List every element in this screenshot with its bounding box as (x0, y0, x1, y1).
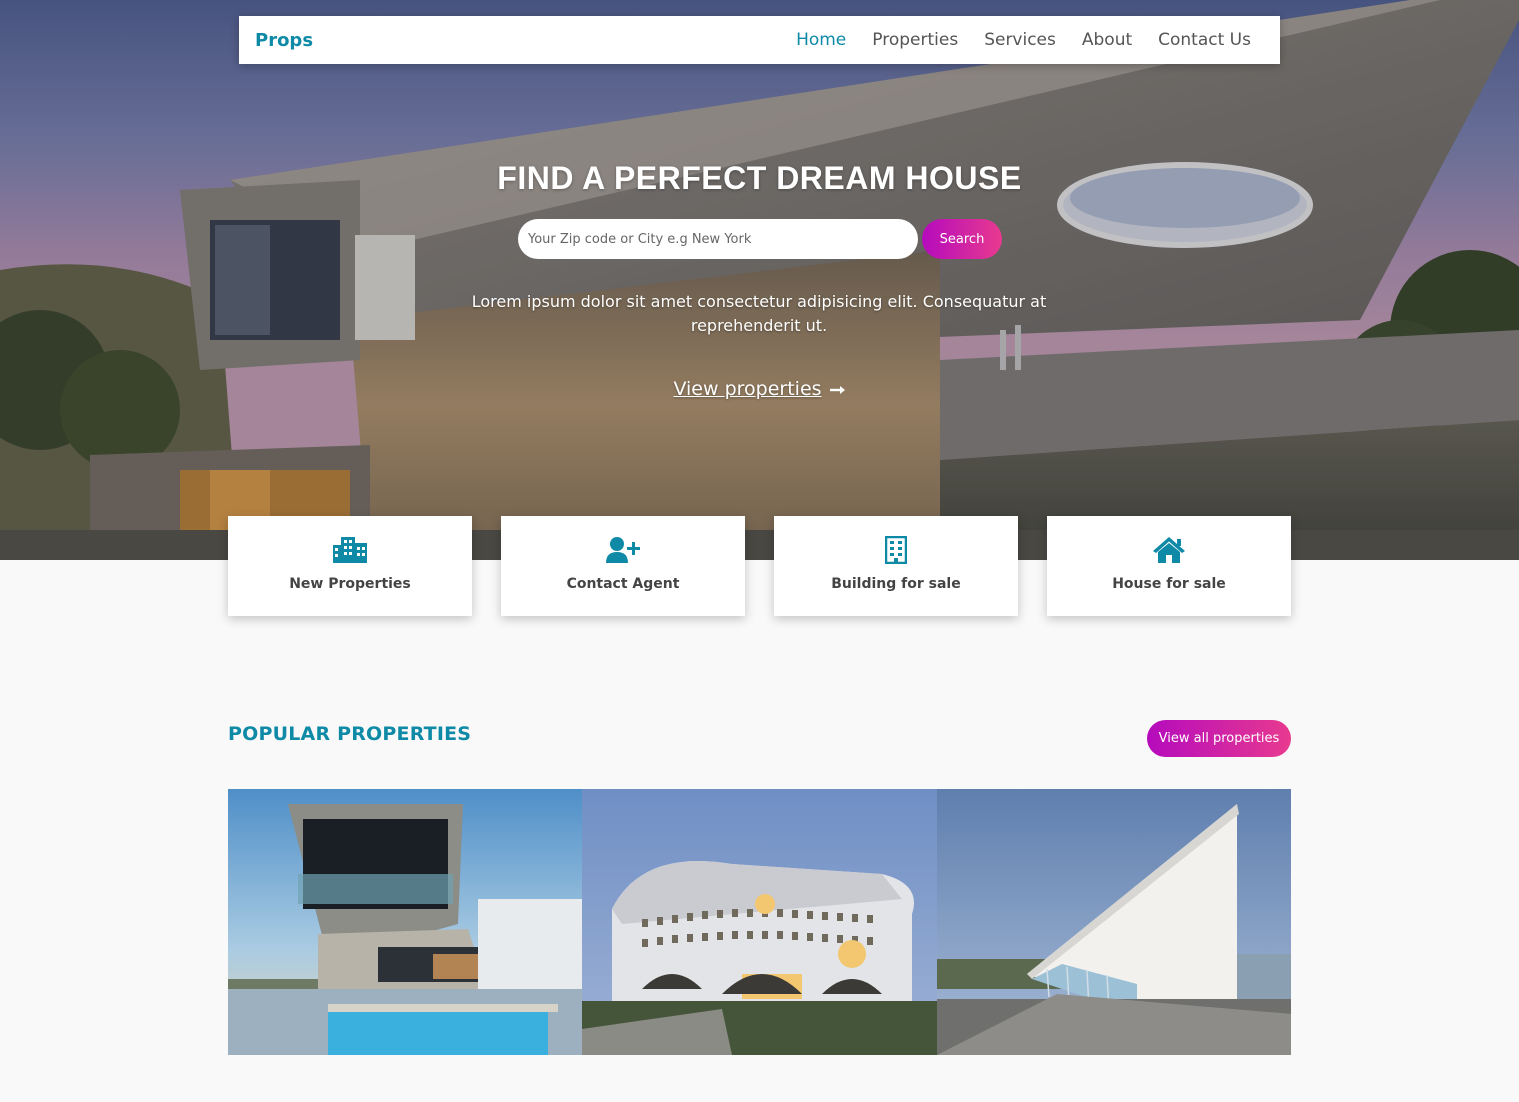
feature-label: Building for sale (831, 576, 961, 592)
nav-link-services[interactable]: Services (984, 30, 1056, 50)
hero-description: Lorem ipsum dolor sit amet consectetur a… (471, 292, 1047, 335)
building-icon (879, 536, 913, 564)
hero-title: FIND A PERFECT DREAM HOUSE (497, 160, 1022, 196)
hero-overlay (0, 0, 1519, 560)
feature-card-house-for-sale[interactable]: House for sale (1047, 516, 1291, 616)
feature-label: House for sale (1112, 576, 1226, 592)
property-gallery (228, 789, 1291, 1055)
arched-building-photo (582, 789, 937, 1055)
feature-card-building-for-sale[interactable]: Building for sale (774, 516, 1018, 616)
nav-links: Home Properties Services About Contact U… (796, 30, 1251, 50)
nav-link-contact-us[interactable]: Contact Us (1158, 30, 1251, 50)
nav-link-about[interactable]: About (1082, 30, 1132, 50)
search-input[interactable] (518, 219, 918, 259)
property-photo-3[interactable] (936, 789, 1291, 1055)
feature-cards: New Properties Contact Agent Building fo… (228, 516, 1291, 616)
angular-hall-photo (936, 789, 1291, 1055)
view-all-properties-button[interactable]: View all properties (1147, 720, 1291, 757)
brand-logo[interactable]: Props (255, 30, 313, 51)
cantilever-house-photo (228, 789, 583, 1055)
view-properties-label: View properties (673, 378, 822, 400)
feature-card-new-properties[interactable]: New Properties (228, 516, 472, 616)
hero-cta: View properties (0, 378, 1519, 400)
nav-link-properties[interactable]: Properties (872, 30, 958, 50)
feature-card-contact-agent[interactable]: Contact Agent (501, 516, 745, 616)
view-properties-link[interactable]: View properties (673, 378, 821, 400)
feature-label: New Properties (289, 576, 411, 592)
property-photo-2[interactable] (582, 789, 937, 1055)
city-buildings-icon (333, 536, 367, 564)
hero-section: Props Home Properties Services About Con… (0, 0, 1519, 560)
user-plus-icon (606, 536, 640, 564)
search-bar: Search (518, 219, 1002, 259)
search-button[interactable]: Search (922, 219, 1002, 259)
top-navbar: Props Home Properties Services About Con… (239, 16, 1280, 64)
home-icon (1152, 536, 1186, 564)
section-title: POPULAR PROPERTIES (228, 723, 472, 745)
property-photo-1[interactable] (228, 789, 583, 1055)
arrow-right-icon (829, 379, 846, 400)
feature-label: Contact Agent (566, 576, 680, 592)
nav-link-home[interactable]: Home (796, 30, 846, 50)
